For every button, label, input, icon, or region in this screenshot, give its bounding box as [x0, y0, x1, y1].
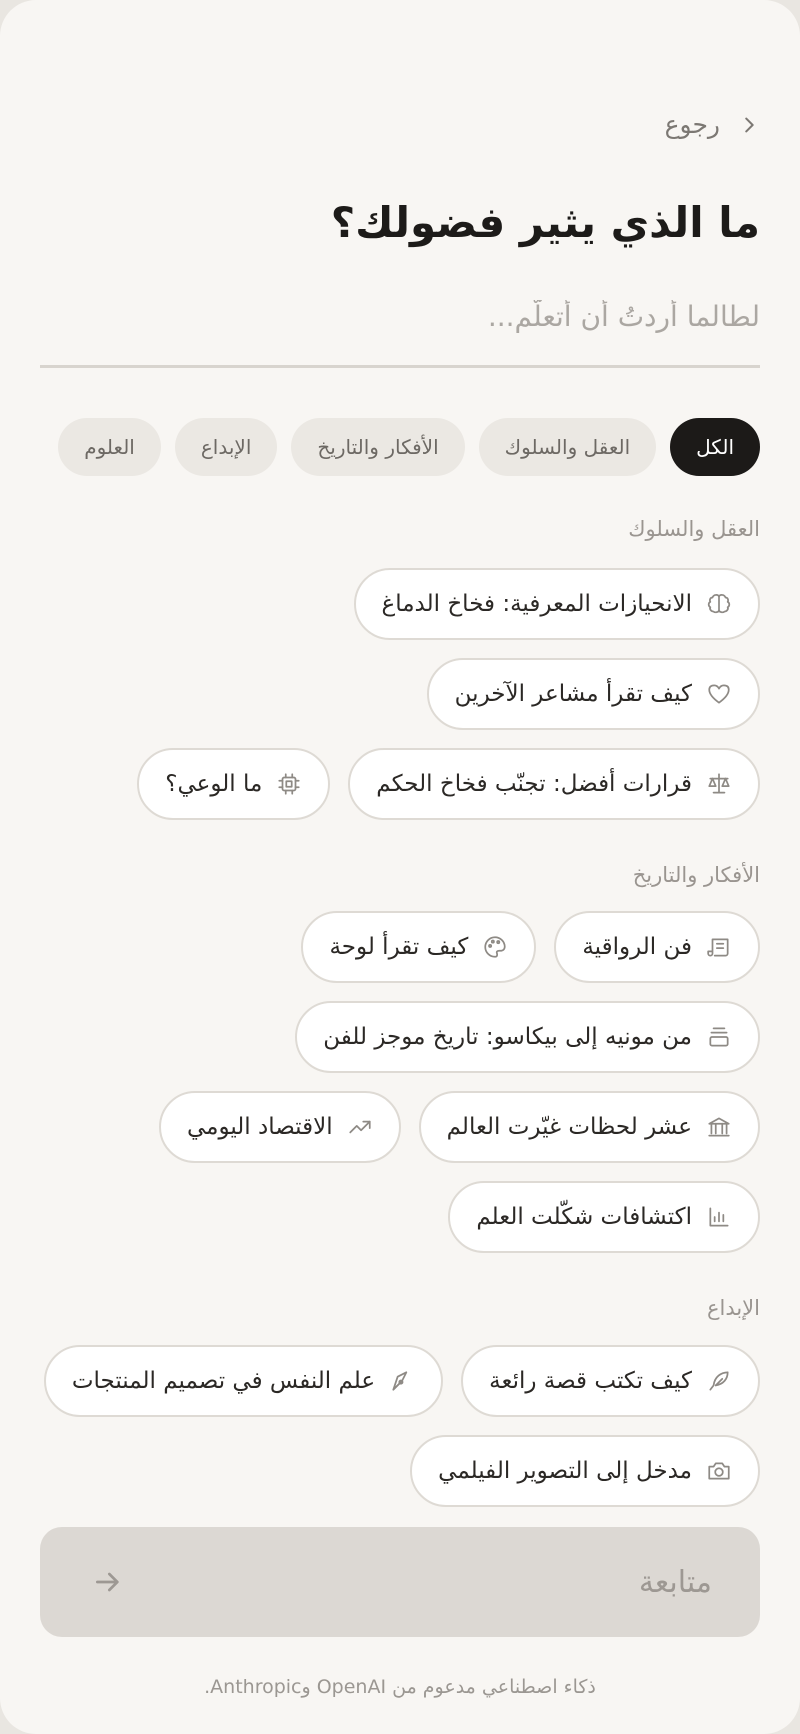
- chip-icon: [278, 773, 300, 795]
- topic-label: كيف تكتب قصة رائعة: [489, 1368, 692, 1394]
- category-tabs: الكل العقل والسلوك الأفكار والتاريخ الإب…: [40, 418, 760, 476]
- section-title-mind: العقل والسلوك: [628, 517, 760, 541]
- continue-label: متابعة: [638, 1564, 712, 1600]
- pen-tool-icon: [392, 1371, 408, 1391]
- scale-icon: [708, 773, 730, 794]
- topic-label: عشر لحظات غيّرت العالم: [446, 1114, 692, 1140]
- topic-label: كيف تقرأ لوحة: [329, 934, 469, 960]
- tab-ideas-history[interactable]: الأفكار والتاريخ: [291, 418, 465, 476]
- frame-icon: [709, 1027, 729, 1047]
- search-input[interactable]: [40, 290, 760, 368]
- chevron-right-icon: [745, 117, 754, 132]
- feather-icon: [709, 1371, 729, 1391]
- topic-label: الاقتصاد اليومي: [186, 1114, 333, 1140]
- topic-chip-consciousness[interactable]: ما الوعي؟: [137, 748, 331, 820]
- topic-label: علم النفس في تصميم المنتجات: [71, 1368, 376, 1394]
- topic-label: الانحيازات المعرفية: فخاخ الدماغ: [381, 591, 693, 617]
- bar-chart-icon: [709, 1207, 729, 1227]
- topic-chip-ten-moments[interactable]: عشر لحظات غيّرت العالم: [418, 1091, 760, 1163]
- topic-chip-film-photography[interactable]: مدخل إلى التصوير الفيلمي: [410, 1435, 760, 1507]
- scroll-icon: [707, 938, 729, 957]
- palette-icon: [484, 936, 506, 958]
- trend-icon: [349, 1120, 371, 1134]
- topic-label: قرارات أفضل: تجنّب فخاخ الحكم: [376, 771, 692, 797]
- topic-chip-everyday-economics[interactable]: الاقتصاد اليومي: [158, 1091, 401, 1163]
- section-title-creativity: الإبداع: [706, 1296, 760, 1320]
- tab-creativity[interactable]: الإبداع: [174, 418, 278, 476]
- camera-icon: [708, 1462, 730, 1480]
- tab-all[interactable]: الكل: [670, 418, 760, 476]
- tab-sciences[interactable]: العلوم: [58, 418, 161, 476]
- back-button[interactable]: رجوع: [665, 110, 760, 139]
- tab-mind-behavior[interactable]: العقل والسلوك: [478, 418, 657, 476]
- back-label: رجوع: [664, 110, 720, 139]
- topic-label: مدخل إلى التصوير الفيلمي: [438, 1458, 692, 1484]
- topic-chip-read-emotions[interactable]: كيف تقرأ مشاعر الآخرين: [426, 658, 760, 730]
- footer-credit: ذكاء اصطناعي مدعوم من OpenAI وAnthropic.: [204, 1676, 596, 1698]
- topic-label: من مونيه إلى بيكاسو: تاريخ موجز للفن: [323, 1024, 692, 1050]
- topic-chip-better-decisions[interactable]: قرارات أفضل: تجنّب فخاخ الحكم: [348, 748, 760, 820]
- heart-icon: [708, 684, 730, 704]
- topic-label: اكتشافات شكّلت العلم: [476, 1204, 692, 1230]
- continue-button[interactable]: متابعة: [40, 1527, 760, 1637]
- topic-chip-art-history[interactable]: من مونيه إلى بيكاسو: تاريخ موجز للفن: [295, 1001, 760, 1073]
- landmark-icon: [708, 1117, 730, 1137]
- page-title: ما الذي يثير فضولك؟: [330, 198, 760, 247]
- topic-label: كيف تقرأ مشاعر الآخرين: [454, 681, 692, 707]
- topic-chip-discoveries[interactable]: اكتشافات شكّلت العلم: [448, 1181, 760, 1253]
- screen: رجوع ما الذي يثير فضولك؟ الكل العقل والس…: [0, 0, 800, 1734]
- topic-label: ما الوعي؟: [165, 771, 263, 797]
- topic-chip-write-story[interactable]: كيف تكتب قصة رائعة: [461, 1345, 760, 1417]
- topic-chip-product-psychology[interactable]: علم النفس في تصميم المنتجات: [43, 1345, 444, 1417]
- section-title-ideas: الأفكار والتاريخ: [632, 863, 760, 887]
- topic-chip-read-painting[interactable]: كيف تقرأ لوحة: [301, 911, 537, 983]
- arrow-right-icon: [96, 1572, 119, 1592]
- brain-icon: [707, 594, 731, 614]
- topic-chip-cognitive-biases[interactable]: الانحيازات المعرفية: فخاخ الدماغ: [353, 568, 760, 640]
- topic-label: فن الرواقية: [582, 934, 692, 960]
- topic-chip-stoicism[interactable]: فن الرواقية: [554, 911, 760, 983]
